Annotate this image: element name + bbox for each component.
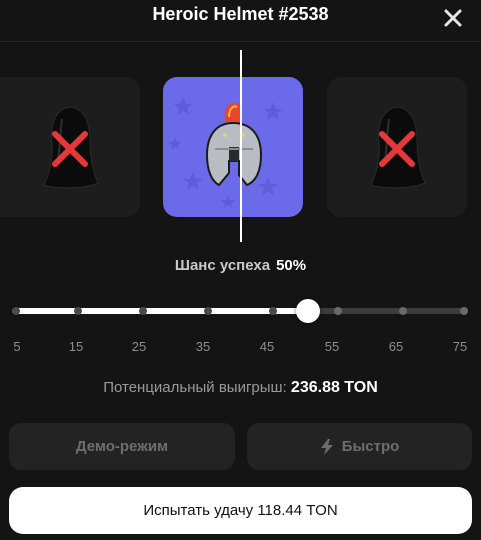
tick-label: 65 xyxy=(388,339,404,354)
payout-value: 236.88 TON xyxy=(290,379,378,396)
success-chance-value: 50% xyxy=(276,257,307,274)
tick-label: 25 xyxy=(131,339,147,354)
slider-tick-labels: 5 15 25 35 45 55 65 75 xyxy=(0,339,481,355)
slider-step-dot xyxy=(139,307,147,315)
hooded-cloak-icon xyxy=(43,106,99,189)
spartan-helmet-icon xyxy=(168,97,283,208)
tick-label: 55 xyxy=(324,339,340,354)
demo-mode-label: Демо-режим xyxy=(75,438,169,455)
fast-mode-label: Быстро xyxy=(341,438,400,455)
tick-label: 15 xyxy=(68,339,84,354)
header: Heroic Helmet #2538 xyxy=(0,0,481,42)
slider-fill xyxy=(12,308,308,314)
success-chance-label: Шанс успеха xyxy=(174,257,271,274)
slider-step-dot xyxy=(334,307,342,315)
slider-step-dot xyxy=(12,307,20,315)
tick-label: 35 xyxy=(195,339,211,354)
potential-payout: Потенциальный выигрыш: 236.88 TON xyxy=(0,379,481,397)
item-card-left xyxy=(0,77,140,217)
page-title: Heroic Helmet #2538 xyxy=(152,4,329,24)
slider-step-dot xyxy=(204,307,212,315)
selection-marker xyxy=(240,50,242,242)
slider-thumb[interactable] xyxy=(296,299,320,323)
fast-mode-button[interactable]: Быстро xyxy=(247,423,472,470)
lightning-icon xyxy=(320,438,333,455)
hooded-cloak-icon xyxy=(370,106,426,189)
try-luck-button[interactable]: Испытать удачу 118.44 TON xyxy=(9,487,472,534)
slider-step-dot xyxy=(74,307,82,315)
demo-mode-button[interactable]: Демо-режим xyxy=(9,423,235,470)
slider-step-dot xyxy=(399,307,407,315)
close-icon[interactable] xyxy=(441,6,465,30)
item-card-right xyxy=(327,77,467,217)
try-luck-label: Испытать удачу 118.44 TON xyxy=(143,502,338,519)
chance-slider[interactable] xyxy=(12,299,468,323)
slider-step-dot xyxy=(460,307,468,315)
slider-step-dot xyxy=(269,307,277,315)
payout-label: Потенциальный выигрыш: xyxy=(103,379,287,396)
tick-label: 5 xyxy=(13,339,21,354)
item-card-center xyxy=(163,77,303,217)
tick-label: 45 xyxy=(259,339,275,354)
tick-label: 75 xyxy=(452,339,468,354)
success-chance: Шанс успеха 50% xyxy=(0,257,481,274)
